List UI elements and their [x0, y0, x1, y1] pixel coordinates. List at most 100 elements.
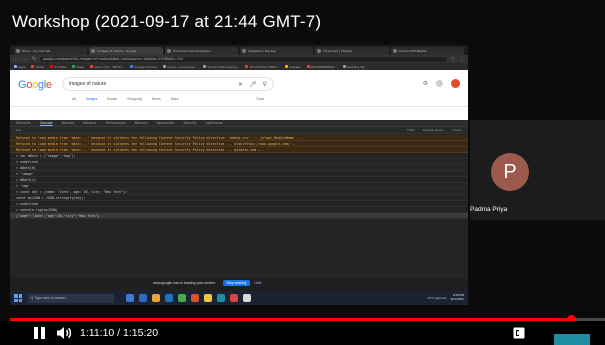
bookmark-icon [245, 65, 249, 68]
favicon-icon [16, 49, 20, 53]
devtools-tab-application: Application [156, 121, 175, 125]
browser-tab: Document and Questions [164, 47, 238, 55]
captions-icon[interactable] [513, 327, 525, 339]
bookmark-label: Gmail [35, 64, 45, 69]
windows-start-icon [14, 294, 22, 302]
devtools-tab-security: Security [183, 121, 197, 125]
bookmark-item: Gmail [31, 65, 44, 69]
screen-share-bar: www.google.com is sharing your screen. S… [150, 278, 262, 287]
google-tab-news: News [151, 97, 161, 101]
bookmark-label: Smart Dictionary(s)... [207, 64, 240, 69]
context-selector: top [16, 128, 21, 132]
browser-tab: Download | Markup [315, 47, 389, 55]
filter-input: Filter [407, 128, 415, 132]
time-display: 1:11:10 / 1:15:20 [80, 327, 159, 339]
bookmark-icon [203, 65, 207, 68]
search-icon: ⚲ [262, 81, 267, 88]
taskbar-clock: 9:44 PM 9/17/2021 [451, 294, 464, 301]
bookmark-item: Classes [285, 64, 301, 69]
bookmark-label: WAYWENSERSO... [310, 64, 338, 69]
bookmark-item: 2013 ROAD WRITI... [245, 65, 279, 69]
bookmark-icon [72, 65, 76, 68]
favicon-icon [91, 49, 96, 53]
taskbar-app-icon [243, 294, 251, 302]
stop-sharing-button: Stop sharing [222, 279, 251, 286]
bookmark-label: Apps [18, 64, 26, 69]
taskbar-app-icon [217, 294, 225, 302]
bookmark-item: Reading list [343, 65, 365, 69]
bookmark-label: Maps [76, 64, 85, 69]
volume-icon[interactable] [56, 326, 72, 340]
console-toolbar: top Filter Default levels 1 Issue [10, 127, 468, 134]
taskbar-app-icon [178, 294, 186, 302]
bookmark-icon [306, 65, 310, 68]
back-icon: ← [14, 56, 19, 62]
bookmark-icon [130, 65, 134, 68]
console-line: {"name":"John","age":30,"city":"New York… [10, 213, 468, 219]
browser-tab-bar: Work - my new tab images of nature - Goog… [10, 45, 468, 55]
apps-icon [436, 80, 443, 87]
taskbar-app-icon [126, 294, 134, 302]
devtools-tab-performance: Performance [105, 121, 126, 125]
bookmark-icon [343, 65, 347, 68]
browser-tab-label: Snapshot | Markup [247, 49, 277, 53]
forward-icon: → [23, 56, 28, 62]
devtools-tab-network: Network [83, 121, 97, 125]
corner-accent [554, 334, 590, 345]
bookmark-label: Reading list [347, 64, 365, 69]
bookmark-icon [163, 65, 167, 68]
google-search-box: images of nature ✕ 🎤︎ ⚲ [62, 77, 274, 91]
google-tab-images: Images [85, 97, 98, 101]
hide-button: Hide [254, 280, 262, 285]
logo-letter: e [45, 79, 52, 91]
player-controls: 1:11:10 / 1:15:20 [0, 321, 605, 345]
star-icon: ☆ [450, 56, 455, 62]
favicon-icon [317, 49, 322, 53]
google-tab-more: More [170, 97, 179, 101]
browser-tab-label: Visual GUM Master [398, 49, 427, 53]
bookmark-icon [50, 65, 54, 68]
taskbar-search-placeholder: Type here to search [34, 296, 66, 300]
devtools-tab-console: Console [39, 120, 53, 126]
shared-screen: Work - my new tab images of nature - Goog… [10, 45, 468, 305]
address-bar: ← → ↻ google.com/search?q=images+of+natu… [10, 55, 468, 63]
taskbar-app-icon [139, 294, 147, 302]
video-title: Workshop (2021-09-17 at 21:44 GMT-7) [12, 12, 322, 31]
devtools-tab-elements: Elements [16, 121, 31, 125]
google-account-area: ⚙ [423, 79, 460, 88]
bookmark-item: Smart Dictionary(s)... [203, 65, 239, 69]
favicon-icon [392, 49, 397, 53]
url-field: google.com/search?q=images+of+nature&tbm… [40, 56, 447, 62]
taskbar-app-icon [191, 294, 199, 302]
bookmark-label: Classes [289, 64, 301, 69]
devtools-tab-memory: Memory [134, 121, 148, 125]
taskbar-search: ⚲ Type here to search [28, 293, 114, 303]
taskbar-app-icon [230, 294, 238, 302]
pause-button[interactable] [34, 327, 48, 339]
bookmark-item: WAYWENSERSO... [306, 64, 338, 69]
google-logo: Google [18, 79, 52, 91]
levels-dropdown: Default levels [422, 128, 444, 132]
google-nav-tabs: All Images Books Shopping News More [72, 97, 179, 101]
taskbar-apps [126, 294, 251, 302]
bookmark-item: Google Scholar [130, 65, 157, 69]
bookmark-label: 2013 ROAD WRITI... [249, 64, 280, 69]
bookmark-label: Google Scholar [134, 64, 158, 69]
bookmark-label: YouTube [54, 64, 67, 69]
favicon-icon [166, 49, 171, 53]
favicon-icon [241, 49, 246, 53]
account-avatar [451, 79, 460, 88]
browser-tab-label: images of nature - Google [97, 49, 137, 53]
share-message: www.google.com is sharing your screen. [150, 279, 219, 286]
browser-tab-label: Download | Markup [323, 49, 353, 53]
participant-avatar: P [491, 153, 529, 191]
search-query: images of nature [69, 81, 107, 87]
devtools-tabs: Elements Console Sources Network Performance… [10, 120, 468, 127]
menu-icon: ⋮ [459, 56, 464, 62]
mic-icon: 🎤︎ [248, 81, 257, 88]
google-tab-all: All [72, 97, 76, 101]
google-results-page: Google images of nature ✕ 🎤︎ ⚲ All Images… [10, 70, 468, 120]
bookmark-icon [31, 65, 35, 68]
clock-date: 9/17/2021 [450, 297, 464, 301]
browser-tab: images of nature - Google [89, 47, 163, 55]
